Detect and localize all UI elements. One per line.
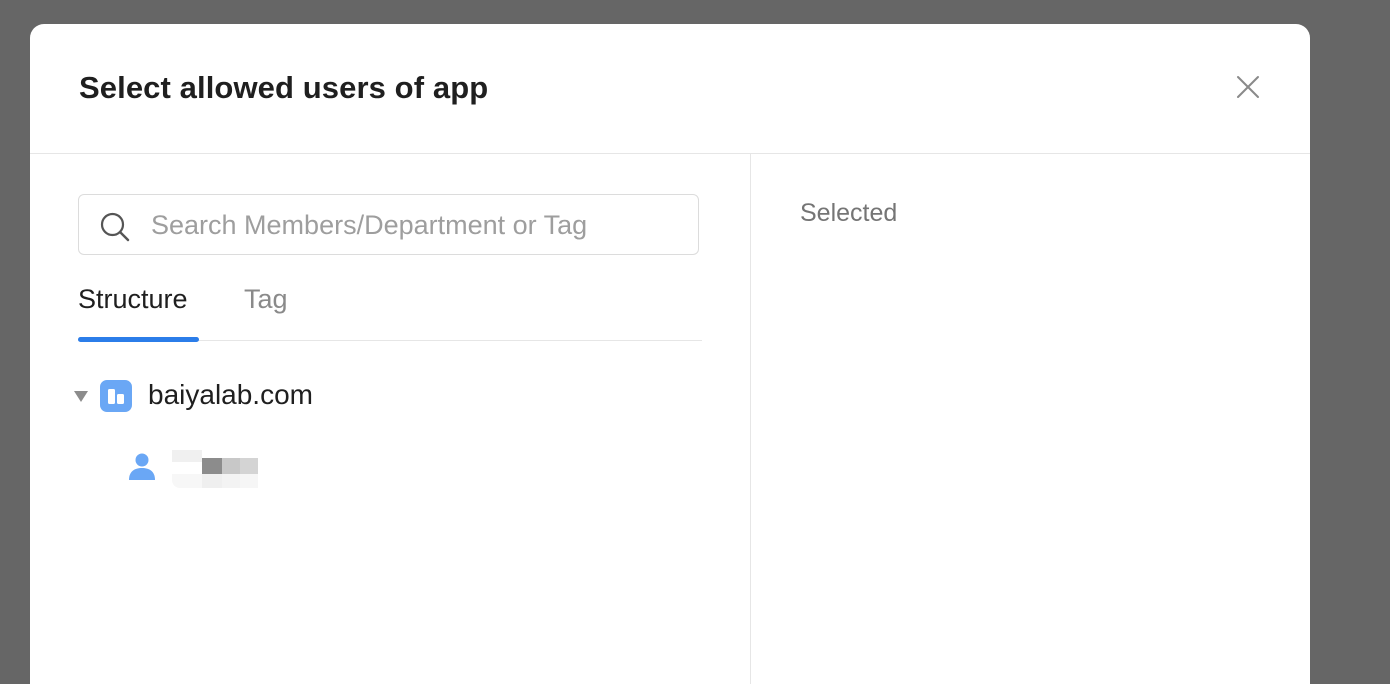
- tab-structure[interactable]: Structure: [78, 284, 188, 315]
- picker-tabs: Structure Tag: [78, 280, 702, 342]
- selected-pane: Selected: [751, 154, 1310, 684]
- user-icon: [129, 453, 155, 480]
- search-input[interactable]: [151, 205, 681, 245]
- tree-node-org[interactable]: baiyalab.com: [72, 375, 672, 419]
- dialog-title: Select allowed users of app: [79, 70, 489, 105]
- close-icon: [1237, 76, 1259, 98]
- active-tab-indicator: [78, 337, 199, 342]
- select-users-dialog: Select allowed users of app Structure Ta…: [30, 24, 1310, 684]
- close-button[interactable]: [1233, 72, 1263, 102]
- search-box[interactable]: [78, 194, 699, 255]
- building-icon: [100, 380, 132, 412]
- tab-tag[interactable]: Tag: [244, 284, 288, 315]
- org-name: baiyalab.com: [148, 379, 313, 410]
- selected-heading: Selected: [800, 199, 898, 227]
- tree-node-member[interactable]: [126, 446, 426, 496]
- obscured-member-name: [172, 450, 258, 494]
- dialog-header: Select allowed users of app: [30, 24, 1310, 154]
- search-icon: [100, 212, 130, 242]
- member-picker-pane: Structure Tag baiyalab.com: [30, 154, 751, 684]
- caret-down-icon[interactable]: [74, 391, 88, 402]
